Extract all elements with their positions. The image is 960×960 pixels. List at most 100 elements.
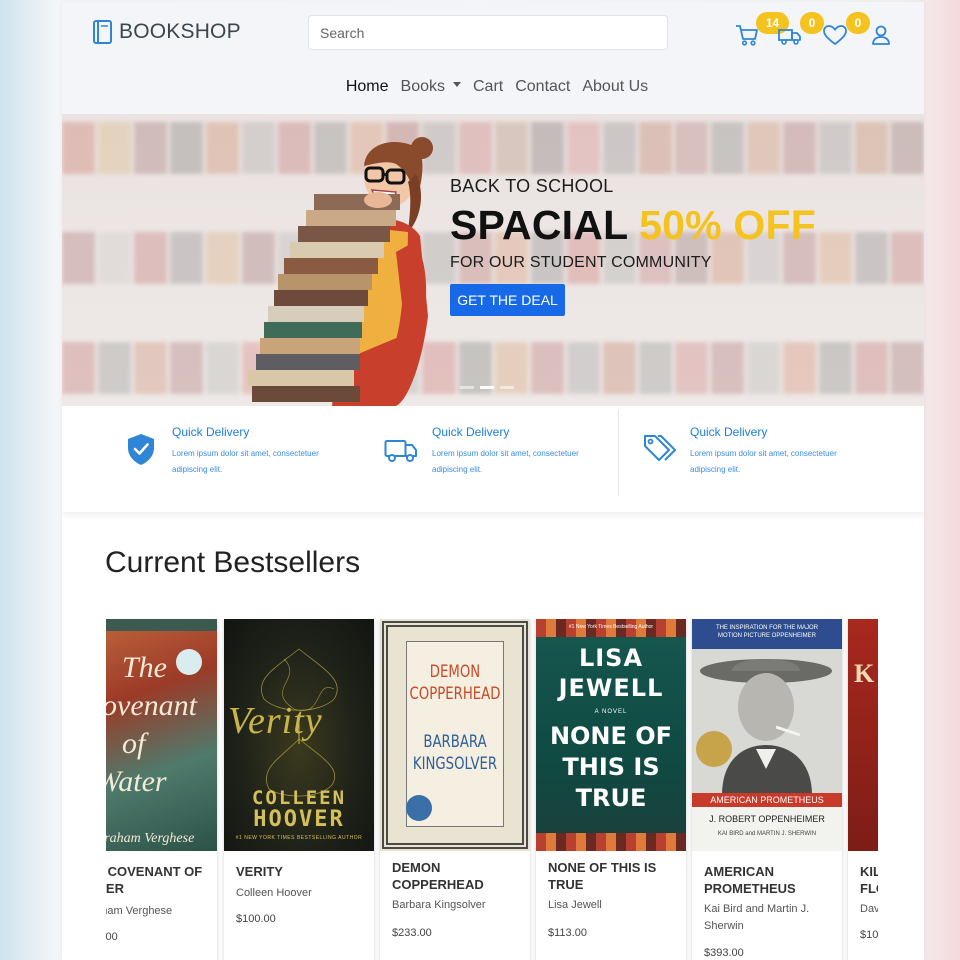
cover-band <box>106 619 217 631</box>
feature-description: Lorem ipsum dolor sit amet, consectetuer… <box>172 449 319 474</box>
cover-title: AMERICAN PROMETHEUS <box>692 793 842 807</box>
cover-author: Abraham Verghese <box>106 831 195 846</box>
header: BOOKSHOP 14 0 0 <box>62 2 924 114</box>
feature-item: Quick Delivery Lorem ipsum dolor sit ame… <box>384 406 654 512</box>
oprah-seal-icon <box>406 795 432 821</box>
book-card[interactable]: K KIL FLO Dav $10 <box>848 619 878 960</box>
cover-line: HOOVER <box>253 807 345 832</box>
hero-title: SPACIAL 50% OFF <box>450 202 816 249</box>
nav-about[interactable]: About Us <box>582 78 648 96</box>
account-button[interactable] <box>868 22 894 48</box>
cover-line: NONE OF <box>549 722 673 750</box>
hero-subtitle: FOR OUR STUDENT COMMUNITY <box>450 254 712 271</box>
heart-icon <box>823 25 847 45</box>
cover-tagline: #1 New York Times Bestselling Author <box>568 624 654 630</box>
book-cover-american-prometheus: THE INSPIRATION FOR THE MAJOR MOTION PIC… <box>692 619 842 851</box>
book-cover-demon-copperhead: DEMON COPPERHEAD BARBARA KINGSOLVER <box>380 619 530 851</box>
nav-cart[interactable]: Cart <box>473 78 503 96</box>
hero-discount: 50% OFF <box>639 202 817 248</box>
book-title-line: KIL <box>860 864 878 879</box>
features-strip: Quick Delivery Lorem ipsum dolor sit ame… <box>62 406 924 512</box>
cover-line: COPPERHEAD <box>409 684 501 704</box>
book-title-line: THE COVENANT OF <box>106 864 203 879</box>
cover-art: K <box>854 659 875 688</box>
book-title-line: TRUE <box>548 877 584 892</box>
cover-title: DEMON COPPERHEAD <box>397 661 514 705</box>
get-deal-button[interactable]: GET THE DEAL <box>450 284 565 316</box>
cover-line: KINGSOLVER <box>412 754 498 774</box>
book-price: $393.00 <box>704 947 744 959</box>
cover-line: TRUE <box>575 784 647 812</box>
book-title-line: PROMETHEUS <box>704 881 796 896</box>
book-title-line: WATER <box>106 881 124 896</box>
book-card[interactable]: Verity COLLEEN HOOVER #1 NEW YORK TIMES … <box>224 619 374 960</box>
carousel-indicators <box>460 386 514 389</box>
cover-pattern <box>536 833 686 851</box>
feature-title: Quick Delivery <box>432 425 510 439</box>
user-icon <box>872 25 890 45</box>
nav-home[interactable]: Home <box>346 78 389 96</box>
cover-title: Verity <box>228 700 323 742</box>
book-title-line: NONE OF THIS IS <box>548 860 657 875</box>
section-heading: Current Bestsellers <box>105 546 361 579</box>
cover-subtitle: J. ROBERT OPPENHEIMER <box>709 814 825 824</box>
main-nav: Home Books Cart Contact About Us <box>62 78 924 96</box>
hero-kicker: BACK TO SCHOOL <box>450 176 614 196</box>
book-cover-covenant: The Covenant of Water Abraham Verghese <box>106 619 217 851</box>
oppenheimer-portrait-image <box>692 649 842 795</box>
delivery-button[interactable] <box>777 22 803 48</box>
cover-author: LISA JEWELL <box>536 643 686 703</box>
book-card[interactable]: THE INSPIRATION FOR THE MAJOR MOTION PIC… <box>692 619 842 960</box>
shield-check-icon <box>128 434 154 465</box>
wishlist-count-badge: 0 <box>846 12 870 34</box>
cover-line: BARBARA <box>423 732 487 752</box>
book-price: $233.00 <box>392 927 432 939</box>
book-title-line: FLO <box>860 881 878 896</box>
nav-books[interactable]: Books <box>401 78 461 96</box>
book-author: Abraham Verghese <box>106 905 173 917</box>
book-price: $100.00 <box>106 931 118 943</box>
wishlist-button[interactable] <box>822 22 848 48</box>
student-with-books-image <box>248 137 433 406</box>
book-author: Dav <box>860 903 878 915</box>
book-card[interactable]: DEMON COPPERHEAD BARBARA KINGSOLVER DEMO… <box>380 619 530 960</box>
cover-line: DEMON <box>429 662 481 682</box>
brand-logo[interactable]: BOOKSHOP <box>92 19 241 45</box>
carousel-dot[interactable] <box>460 386 474 389</box>
book-title: DEMON COPPERHEAD <box>392 859 484 893</box>
book-author-line: Sherwin <box>704 920 744 932</box>
cover-author: COLLEEN HOOVER <box>224 787 374 831</box>
book-cover-killers-of-the-flower-moon: K <box>848 619 878 851</box>
book-card[interactable]: The Covenant of Water Abraham Verghese T… <box>106 619 217 960</box>
book-author: Barbara Kingsolver <box>392 899 486 911</box>
oprah-seal-icon <box>176 649 202 675</box>
cover-line: COLLEEN <box>251 787 347 809</box>
book-author: Colleen Hoover <box>236 887 312 899</box>
feature-item: Quick Delivery Lorem ipsum dolor sit ame… <box>642 406 912 512</box>
cover-title: NONE OF THIS IS TRUE <box>536 721 686 814</box>
book-price: $10 <box>860 929 878 941</box>
page: BOOKSHOP 14 0 0 <box>62 2 924 960</box>
book-title-line: COPPERHEAD <box>392 877 484 892</box>
truck-icon <box>778 29 801 45</box>
book-title: NONE OF THIS IS TRUE <box>548 859 656 893</box>
carousel-dot[interactable] <box>500 386 514 389</box>
cover-line: LISA <box>578 644 644 672</box>
feature-title: Quick Delivery <box>690 425 768 439</box>
search-input[interactable] <box>308 15 668 50</box>
book-title: THE COVENANT OF WATER <box>106 863 202 897</box>
cover-author: KAI BIRD and MARTIN J. SHERWIN <box>717 831 817 837</box>
feature-item: Quick Delivery Lorem ipsum dolor sit ame… <box>124 406 394 512</box>
book-cover-none-of-this-is-true: #1 New York Times Bestselling Author LIS… <box>536 619 686 851</box>
divider <box>618 410 619 496</box>
feature-description: Lorem ipsum dolor sit amet, consectetuer… <box>690 449 837 474</box>
cover-author: BARBARA KINGSOLVER <box>397 731 514 775</box>
cover-line: JEWELL <box>558 674 664 702</box>
cover-subtitle: A NOVEL <box>594 709 628 715</box>
book-card[interactable]: #1 New York Times Bestselling Author LIS… <box>536 619 686 960</box>
book-title: VERITY <box>236 864 283 879</box>
nav-contact[interactable]: Contact <box>515 78 570 96</box>
book-author-line: Kai Bird and Martin J. <box>704 903 810 915</box>
cover-line: THIS IS <box>562 753 660 781</box>
carousel-dot-active[interactable] <box>480 386 494 389</box>
